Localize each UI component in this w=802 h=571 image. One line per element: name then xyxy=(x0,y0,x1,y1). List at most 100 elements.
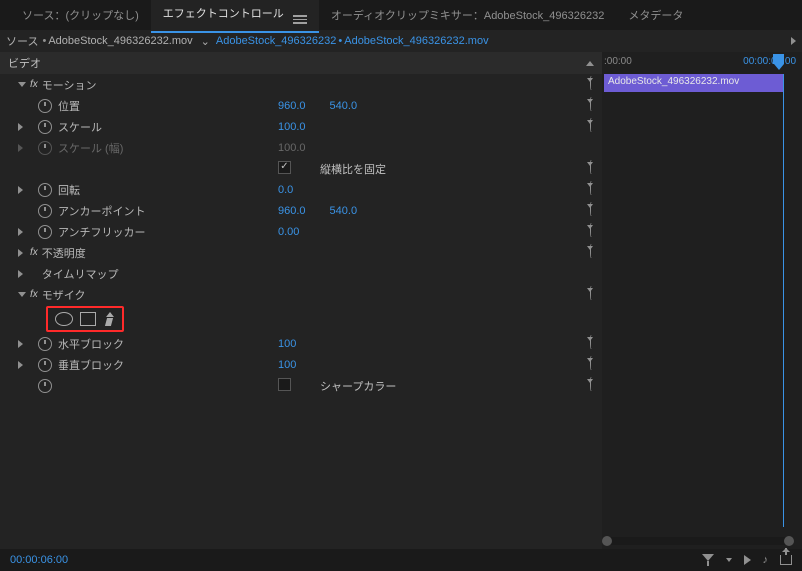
vblocks-value[interactable]: 100 xyxy=(278,359,296,371)
tab-source[interactable]: ソース：(クリップなし) xyxy=(10,0,151,30)
reset-icon[interactable] xyxy=(590,377,592,391)
timeline-zoom-scrollbar[interactable] xyxy=(604,537,792,545)
sequence-clip-name[interactable]: AdobeStock_496326232.mov xyxy=(344,35,488,47)
property-rotation: 回転 0.0 xyxy=(0,179,602,200)
stopwatch-icon[interactable] xyxy=(38,99,52,113)
mask-ellipse-icon[interactable] xyxy=(55,312,73,326)
sequence-name[interactable]: AdobeStock_496326232 xyxy=(216,35,337,47)
note-icon[interactable]: ♪ xyxy=(763,554,769,566)
export-icon[interactable] xyxy=(780,555,792,565)
effect-mosaic[interactable]: fx モザイク xyxy=(0,284,602,305)
chevron-right-icon[interactable] xyxy=(18,270,30,278)
stopwatch-icon[interactable] xyxy=(38,183,52,197)
zoom-handle-right[interactable] xyxy=(784,536,794,546)
sharp-colors-checkbox[interactable] xyxy=(278,378,291,391)
rotation-value[interactable]: 0.0 xyxy=(278,184,293,196)
fx-badge-icon[interactable]: fx xyxy=(30,79,38,90)
stopwatch-icon[interactable] xyxy=(38,225,52,239)
tab-effect-controls[interactable]: エフェクトコントロール xyxy=(151,0,319,33)
property-anti-flicker: アンチフリッカー 0.00 xyxy=(0,221,602,242)
uniform-scale-label: 縦横比を固定 xyxy=(320,161,386,177)
panel-footer: 00:00:06:00 ♪ xyxy=(0,549,802,571)
effect-label: タイムリマップ xyxy=(42,266,119,282)
stopwatch-icon[interactable] xyxy=(38,358,52,372)
anchor-y[interactable]: 540.0 xyxy=(330,205,358,217)
hblocks-value[interactable]: 100 xyxy=(278,338,296,350)
effect-controls-header: ソース • AdobeStock_496326232.mov ⌄ AdobeSt… xyxy=(0,30,802,52)
antiflicker-value[interactable]: 0.00 xyxy=(278,226,299,238)
position-x[interactable]: 960.0 xyxy=(278,100,306,112)
reset-icon[interactable] xyxy=(590,181,592,195)
property-label: 垂直ブロック xyxy=(58,357,124,373)
chevron-down-icon[interactable] xyxy=(18,82,30,87)
reset-icon[interactable] xyxy=(590,223,592,237)
current-timecode[interactable]: 00:00:06:00 xyxy=(10,554,68,566)
reset-icon[interactable] xyxy=(590,335,592,349)
stopwatch-icon[interactable] xyxy=(38,120,52,134)
reset-icon[interactable] xyxy=(590,76,592,90)
reset-icon[interactable] xyxy=(590,118,592,132)
timeline-clip[interactable]: AdobeStock_496326232.mov xyxy=(604,74,784,92)
property-sharp-colors: シャープカラー xyxy=(0,375,602,396)
effect-label: モザイク xyxy=(42,287,86,303)
effect-time-remap[interactable]: fx タイムリマップ xyxy=(0,263,602,284)
property-anchor-point: アンカーポイント 960.0 540.0 xyxy=(0,200,602,221)
tab-metadata[interactable]: メタデータ xyxy=(616,0,695,30)
mask-pen-icon[interactable] xyxy=(103,312,115,326)
scale-value[interactable]: 100.0 xyxy=(278,121,306,133)
stopwatch-icon[interactable] xyxy=(38,204,52,218)
source-dropdown-icon[interactable]: ⌄ xyxy=(201,35,210,48)
stopwatch-icon[interactable] xyxy=(38,337,52,351)
property-label: 水平ブロック xyxy=(58,336,124,352)
mini-timeline[interactable]: :00:00 00:00:05:00 AdobeStock_496326232.… xyxy=(602,52,802,549)
collapse-icon xyxy=(586,61,594,66)
position-y[interactable]: 540.0 xyxy=(330,100,358,112)
property-label: スケール xyxy=(58,119,102,135)
panel-menu-icon[interactable] xyxy=(293,15,307,24)
chevron-right-icon xyxy=(18,144,30,152)
playhead-icon[interactable] xyxy=(773,54,784,64)
effect-motion[interactable]: fx モーション xyxy=(0,74,602,95)
effect-opacity[interactable]: fx 不透明度 xyxy=(0,242,602,263)
chevron-right-icon[interactable] xyxy=(18,249,30,257)
anchor-x[interactable]: 960.0 xyxy=(278,205,306,217)
chevron-right-icon[interactable] xyxy=(18,186,30,194)
property-position: 位置 960.0 540.0 xyxy=(0,95,602,116)
time-ruler[interactable]: :00:00 00:00:05:00 xyxy=(602,52,802,74)
sharp-colors-label: シャープカラー xyxy=(320,378,396,394)
reset-icon[interactable] xyxy=(590,202,592,216)
filter-dropdown-icon[interactable] xyxy=(726,558,732,562)
scale-w-value: 100.0 xyxy=(278,142,306,154)
reset-icon[interactable] xyxy=(590,97,592,111)
effect-label: 不透明度 xyxy=(42,245,86,261)
chevron-right-icon[interactable] xyxy=(18,123,30,131)
zoom-handle-left[interactable] xyxy=(602,536,612,546)
fx-badge-icon[interactable]: fx xyxy=(30,289,38,300)
uniform-scale-checkbox[interactable] xyxy=(278,161,291,174)
mask-tools-highlight xyxy=(46,306,124,332)
chevron-down-icon[interactable] xyxy=(18,292,30,297)
filter-icon[interactable] xyxy=(702,554,714,566)
reset-icon[interactable] xyxy=(590,244,592,258)
video-section-label: ビデオ xyxy=(8,55,41,71)
chevron-right-icon[interactable] xyxy=(18,228,30,236)
effect-label: モーション xyxy=(42,77,97,93)
property-label: 位置 xyxy=(58,98,80,114)
reset-icon[interactable] xyxy=(590,356,592,370)
play-audio-icon[interactable] xyxy=(744,555,751,565)
video-section-header[interactable]: ビデオ xyxy=(0,52,602,74)
reset-icon[interactable] xyxy=(590,286,592,300)
stopwatch-icon[interactable] xyxy=(38,379,52,393)
property-label: アンチフリッカー xyxy=(58,224,146,240)
reset-icon[interactable] xyxy=(590,160,592,174)
mask-rectangle-icon[interactable] xyxy=(80,312,96,326)
chevron-right-icon[interactable] xyxy=(18,340,30,348)
source-clip-name[interactable]: AdobeStock_496326232.mov xyxy=(48,35,192,47)
chevron-right-icon[interactable] xyxy=(18,361,30,369)
bullet: • xyxy=(42,35,46,47)
property-scale: スケール 100.0 xyxy=(0,116,602,137)
playhead-line xyxy=(783,74,784,527)
tab-audio-mixer[interactable]: オーディオクリップミキサー：AdobeStock_496326232 xyxy=(319,0,617,30)
show-timeline-icon[interactable] xyxy=(791,37,796,45)
fx-badge-icon[interactable]: fx xyxy=(30,247,38,258)
